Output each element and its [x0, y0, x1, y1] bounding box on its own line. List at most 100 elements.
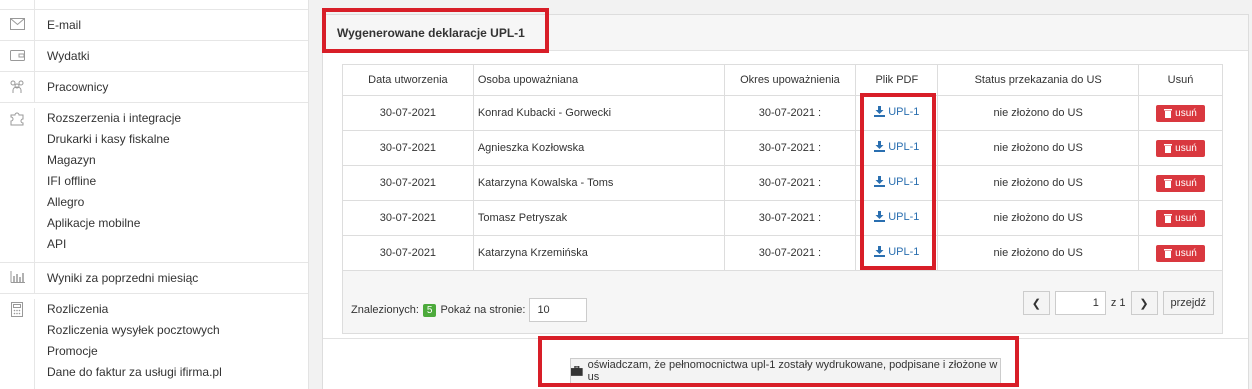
sidebar-item-allegro[interactable]: Allegro: [35, 192, 308, 213]
chevron-right-icon: ❯: [1139, 297, 1149, 310]
cell-person: Konrad Kubacki - Gorwecki: [472, 95, 725, 131]
sidebar-group-rozliczenia: Rozliczenia Rozliczenia wysyłek pocztowy…: [0, 294, 308, 389]
delete-button[interactable]: usuń: [1156, 104, 1205, 122]
cell-period: 30-07-2021 :: [723, 165, 857, 201]
delete-button[interactable]: usuń: [1156, 209, 1205, 227]
per-page-input[interactable]: 10: [529, 298, 588, 322]
delete-button-label: usuń: [1175, 177, 1197, 189]
upl-panel: Wygenerowane deklaracje UPL-1 Data utwor…: [322, 14, 1249, 389]
sidebar-item-wydatki[interactable]: Wydatki: [35, 41, 308, 72]
sidebar-group-wyniki: Wyniki za poprzedni miesiąc: [0, 263, 308, 294]
delete-button-label: usuń: [1175, 212, 1197, 224]
sidebar-item-drukarki[interactable]: Drukarki i kasy fiskalne: [35, 129, 308, 150]
delete-button-label: usuń: [1175, 107, 1197, 119]
delete-button[interactable]: usuń: [1156, 244, 1205, 262]
people-icon: [0, 72, 34, 102]
envelope-icon: [0, 10, 34, 40]
table-row: 30-07-2021 Agnieszka Kozłowska 30-07-202…: [342, 130, 1223, 166]
delete-button[interactable]: usuń: [1156, 174, 1205, 192]
table-row: 30-07-2021 Katarzyna Kowalska - Toms 30-…: [342, 165, 1223, 201]
highlight-confirm-button: [538, 336, 1019, 387]
cell-period: 30-07-2021 :: [723, 235, 857, 271]
calculator-icon: [0, 299, 34, 389]
bar-chart-icon: [0, 263, 34, 293]
cell-period: 30-07-2021 :: [723, 130, 857, 166]
sidebar-group-email: E-mail: [0, 10, 308, 41]
sidebar-item-rozliczenia[interactable]: Rozliczenia: [35, 299, 308, 320]
cell-date: 30-07-2021: [342, 200, 474, 236]
sidebar-item-pracownicy[interactable]: Pracownicy: [35, 72, 308, 103]
sidebar-group-wydatki: Wydatki: [0, 41, 308, 72]
cell-delete: usuń: [1138, 165, 1223, 201]
cell-date: 30-07-2021: [342, 130, 474, 166]
chevron-left-icon: ❮: [1031, 297, 1041, 310]
sidebar-item-magazyn[interactable]: Magazyn: [35, 150, 308, 171]
cell-person: Agnieszka Kozłowska: [472, 130, 725, 166]
found-count-badge: 5: [422, 303, 437, 317]
sidebar-item-aplikacje-mobilne[interactable]: Aplikacje mobilne: [35, 213, 308, 234]
cell-status: nie złożono do US: [937, 200, 1140, 236]
sidebar-item-dane-do-faktur[interactable]: Dane do faktur za usługi ifirma.pl: [35, 362, 308, 383]
highlight-title: [322, 8, 549, 53]
cell-date: 30-07-2021: [342, 95, 474, 131]
cell-status: nie złożono do US: [937, 95, 1140, 131]
next-page-button[interactable]: ❯: [1130, 291, 1158, 315]
per-page-label: Pokaż na stronie:: [440, 304, 526, 316]
table-header-row: Data utworzenia Osoba upoważniana Okres …: [342, 64, 1223, 96]
cell-status: nie złożono do US: [937, 165, 1140, 201]
sidebar-group-pracownicy: Pracownicy: [0, 72, 308, 103]
cell-delete: usuń: [1138, 130, 1223, 166]
wallet-icon: [0, 41, 34, 71]
declarations-table: Data utworzenia Osoba upoważniana Okres …: [342, 64, 1223, 271]
sidebar-item-promocje[interactable]: Promocje: [35, 341, 308, 362]
trash-icon: [1164, 213, 1173, 223]
prev-page-button[interactable]: ❮: [1022, 291, 1050, 315]
col-header-delete: Usuń: [1138, 64, 1223, 96]
sidebar-item-rozszerzenia[interactable]: Rozszerzenia i integracje: [35, 108, 308, 129]
cell-delete: usuń: [1138, 200, 1223, 236]
sidebar-item-wyniki[interactable]: Wyniki za poprzedni miesiąc: [35, 263, 308, 294]
cell-date: 30-07-2021: [342, 165, 474, 201]
results-info: Znalezionych: 5 Pokaż na stronie: 10: [351, 298, 588, 322]
col-header-status: Status przekazania do US: [937, 64, 1140, 96]
sidebar-group-rozszerzenia: Rozszerzenia i integracje Drukarki i kas…: [0, 103, 308, 263]
table-row: 30-07-2021 Konrad Kubacki - Gorwecki 30-…: [342, 95, 1223, 131]
table-row: 30-07-2021 Katarzyna Krzemińska 30-07-20…: [342, 235, 1223, 271]
trash-icon: [1164, 108, 1173, 118]
col-header-period: Okres upoważnienia: [723, 64, 857, 96]
trash-icon: [1164, 248, 1173, 258]
col-header-person: Osoba upoważniana: [472, 64, 725, 96]
sidebar: E-mail Wydatki Pracownicy Rozszerzenia i…: [0, 0, 309, 389]
main-content: Wygenerowane deklaracje UPL-1 Data utwor…: [309, 0, 1252, 389]
page-of-label: z 1: [1110, 297, 1126, 309]
sidebar-top-spacer: [0, 0, 308, 10]
table-footer: Znalezionych: 5 Pokaż na stronie: 10 ❮ 1…: [343, 277, 1222, 333]
go-button[interactable]: przejdź: [1162, 291, 1214, 315]
cell-person: Katarzyna Krzemińska: [472, 235, 725, 271]
sidebar-item-email[interactable]: E-mail: [35, 10, 308, 41]
declarations-table-wrap: Data utworzenia Osoba upoważniana Okres …: [342, 64, 1223, 334]
page-number-input[interactable]: 1: [1054, 291, 1106, 315]
cell-delete: usuń: [1138, 235, 1223, 271]
puzzle-icon: [0, 108, 34, 262]
cell-person: Katarzyna Kowalska - Toms: [472, 165, 725, 201]
table-row: 30-07-2021 Tomasz Petryszak 30-07-2021 :…: [342, 200, 1223, 236]
delete-button-label: usuń: [1175, 247, 1197, 259]
cell-status: nie złożono do US: [937, 130, 1140, 166]
cell-period: 30-07-2021 :: [723, 200, 857, 236]
delete-button-label: usuń: [1175, 142, 1197, 154]
col-header-pdf: Plik PDF: [855, 64, 939, 96]
cell-status: nie złożono do US: [937, 235, 1140, 271]
cell-date: 30-07-2021: [342, 235, 474, 271]
sidebar-item-ifi-offline[interactable]: IFI offline: [35, 171, 308, 192]
col-header-date: Data utworzenia: [342, 64, 474, 96]
delete-button[interactable]: usuń: [1156, 139, 1205, 157]
pagination: ❮ 1 z 1 ❯ przejdź: [1022, 291, 1214, 315]
cell-delete: usuń: [1138, 95, 1223, 131]
sidebar-item-rozliczenia-wysylek[interactable]: Rozliczenia wysyłek pocztowych: [35, 320, 308, 341]
highlight-pdf-column: [860, 93, 936, 270]
cell-period: 30-07-2021 :: [723, 95, 857, 131]
cell-person: Tomasz Petryszak: [472, 200, 725, 236]
trash-icon: [1164, 178, 1173, 188]
sidebar-item-api[interactable]: API: [35, 234, 308, 255]
